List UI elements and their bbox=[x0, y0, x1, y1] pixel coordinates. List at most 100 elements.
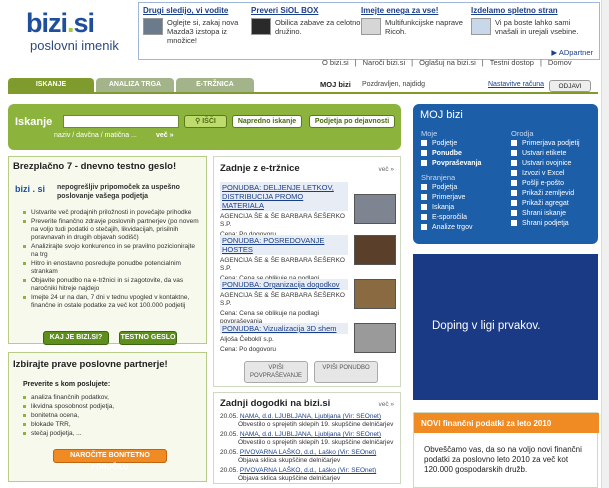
order-report-button[interactable]: NAROČITE BONITETNO POROČILO bbox=[53, 449, 167, 471]
ad-banner: Drugi sledijo, vi vodite Oglejte si, zak… bbox=[138, 2, 600, 60]
box-thumbnail-icon bbox=[251, 18, 271, 35]
envelope-icon bbox=[511, 160, 517, 166]
tab-analiza[interactable]: ANALIZA TRGA bbox=[96, 78, 174, 92]
menu-item[interactable]: Shrani podjetja bbox=[511, 219, 569, 229]
save-icon bbox=[511, 220, 517, 226]
menu-item-podjetje[interactable]: Podjetje bbox=[421, 139, 457, 149]
aggregate-icon bbox=[511, 200, 517, 206]
list-item: likvidna sposobnost podjetja, bbox=[23, 402, 114, 411]
promo-slogan: nepogrešljiv pripomoček za uspešno poslo… bbox=[57, 184, 180, 200]
menu-item[interactable]: E-sporočila bbox=[421, 213, 467, 223]
nav-naroci[interactable]: Naroči bizi.si bbox=[359, 58, 410, 69]
offer-image bbox=[354, 194, 396, 224]
search-button[interactable]: ⚲ IŠČI bbox=[184, 115, 227, 128]
company-icon bbox=[421, 184, 427, 190]
offer-image bbox=[354, 235, 396, 265]
market-title: Zadnje z e-tržnice bbox=[220, 163, 300, 174]
ad-provider[interactable]: ▶ ADpartner bbox=[551, 48, 593, 57]
demand-icon bbox=[421, 160, 427, 166]
partners-subtitle: Preverite s kom poslujete: bbox=[23, 381, 111, 388]
by-activity-button[interactable]: Podjetja po dejavnosti bbox=[309, 115, 395, 128]
list-item: Analizirajte svojo konkurenco in se prav… bbox=[23, 243, 203, 259]
offer-link[interactable]: PONUDBA: POSREDOVANJE HOSTES bbox=[220, 235, 348, 255]
fin-text: Obveščamo vas, da so na voljo novi finan… bbox=[424, 445, 582, 474]
ad-item[interactable]: Preveri SiOL BOX Obilica zabave za celot… bbox=[251, 6, 361, 36]
promo-title: Brezplačno 7 - dnevno testno geslo! bbox=[13, 161, 177, 172]
nav-oglasuj[interactable]: Oglašuj na bizi.si bbox=[415, 58, 480, 69]
menu-item-ponudbe[interactable]: Ponudbe bbox=[421, 149, 462, 159]
ad-item[interactable]: Imejte enega za vse! Multifunkcijske nap… bbox=[361, 6, 471, 36]
market-panel: Zadnje z e-tržnice več » PONUDBA: DELJEN… bbox=[213, 156, 401, 387]
list-item: 20.05. NAMA, d.d. LJUBLJANA, Ljubljana (… bbox=[220, 413, 394, 428]
compare-icon bbox=[421, 194, 427, 200]
offer-link[interactable]: PONUDBA: DELJENJE LETKOV, DISTRIBUCIJA P… bbox=[220, 182, 348, 211]
news-link[interactable]: PIVOVARNA LAŠKO, d.d., Laško (Vir: SEOne… bbox=[240, 449, 376, 456]
divider bbox=[8, 92, 598, 94]
menu-item[interactable]: Prikaži zemljevid bbox=[511, 189, 574, 199]
advanced-search-button[interactable]: Napredno iskanje bbox=[232, 115, 302, 128]
label-icon bbox=[511, 150, 517, 156]
enter-offer-button[interactable]: VPIŠI PONUDBO bbox=[314, 361, 378, 383]
offer-image bbox=[354, 323, 396, 353]
search-icon bbox=[421, 204, 427, 210]
menu-item[interactable]: Pošlji e-pošto bbox=[511, 179, 564, 189]
menu-item[interactable]: Prikaži agregat bbox=[511, 199, 569, 209]
enter-demand-button[interactable]: VPIŠI POVPRAŠEVANJE bbox=[244, 361, 308, 383]
partners-title: Izbirajte prave poslovne partnerje! bbox=[13, 359, 168, 370]
list-item: PONUDBA: DELJENJE LETKOV, DISTRIBUCIJA P… bbox=[220, 182, 398, 239]
menu-item[interactable]: Primerjava podjetij bbox=[511, 139, 580, 149]
menu-item[interactable]: Iskanja bbox=[421, 203, 454, 213]
scrollbar[interactable] bbox=[601, 0, 609, 488]
market-more-link[interactable]: več » bbox=[378, 166, 394, 173]
news-link[interactable]: PIVOVARNA LAŠKO, d.d., Laško (Vir: SEOne… bbox=[240, 467, 376, 474]
list-item: 20.05. NAMA, d.d. LJUBLJANA, Ljubljana (… bbox=[220, 431, 394, 446]
tab-etrznica[interactable]: E-TRŽNICA bbox=[176, 78, 254, 92]
main-tabs: ISKANJE PODJETIJ ANALIZA TRGA E-TRŽNICA bbox=[8, 78, 256, 102]
chart-icon bbox=[421, 224, 427, 230]
news-link[interactable]: NAMA, d.d. LJUBLJANA, Ljubljana (Vir: SE… bbox=[240, 413, 381, 420]
bizi-logo[interactable]: bizi.si bbox=[26, 8, 95, 39]
search-input[interactable] bbox=[63, 115, 179, 128]
promo-panel: Brezplačno 7 - dnevno testno geslo! bizi… bbox=[8, 156, 207, 345]
tagline: poslovni imenik bbox=[30, 38, 119, 53]
menu-item[interactable]: Primerjave bbox=[421, 193, 465, 203]
excel-icon bbox=[511, 170, 517, 176]
account-settings-link[interactable]: Nastavitve računa bbox=[488, 81, 544, 88]
what-is-bizi-button[interactable]: KAJ JE BIZI.SI? bbox=[43, 331, 109, 345]
nav-testni[interactable]: Testni dostop bbox=[486, 58, 538, 69]
menu-item[interactable]: Shrani iskanje bbox=[511, 209, 566, 219]
search-label: Iskanje bbox=[15, 116, 53, 128]
menu-item[interactable]: Podjetja bbox=[421, 183, 457, 193]
list-item: stečaj podjetja, ... bbox=[23, 429, 114, 438]
tab-iskanje[interactable]: ISKANJE PODJETIJ bbox=[8, 78, 94, 102]
menu-item[interactable]: Analize trgov bbox=[421, 223, 472, 233]
menu-item-povprasevanja[interactable]: Povpraševanja bbox=[421, 159, 481, 169]
search-more-link[interactable]: več » bbox=[156, 132, 174, 139]
mail-icon bbox=[421, 214, 427, 220]
list-item: Hitro in enostavno posredujte ponudbe po… bbox=[23, 260, 203, 276]
news-more-link[interactable]: več » bbox=[378, 401, 394, 408]
news-link[interactable]: NAMA, d.d. LJUBLJANA, Ljubljana (Vir: SE… bbox=[240, 431, 381, 438]
web-thumbnail-icon bbox=[471, 18, 491, 35]
logout-button[interactable]: ODJAVI bbox=[549, 80, 591, 92]
ad-item[interactable]: Drugi sledijo, vi vodite Oglejte si, zak… bbox=[143, 6, 253, 45]
partners-list: analiza finančnih podatkov, likvidna spo… bbox=[23, 393, 114, 438]
list-item: Ustvarite več prodajnih priložnosti in p… bbox=[23, 209, 203, 217]
greeting: Pozdravljen, najdidg bbox=[362, 81, 426, 88]
test-password-button[interactable]: TESTNO GESLO bbox=[119, 331, 177, 345]
company-icon bbox=[421, 140, 427, 146]
offer-link[interactable]: PONUDBA: Organizacija dogodkov bbox=[220, 279, 348, 290]
moj-bizi-title: MOJ bizi bbox=[420, 109, 463, 121]
menu-item[interactable]: Ustvari ovojnice bbox=[511, 159, 571, 169]
nav-domov[interactable]: Domov bbox=[544, 58, 576, 69]
nav-o-bizi[interactable]: O bizi.si bbox=[318, 58, 353, 69]
offer-link[interactable]: PONUDBA: Vizualizacija 3D shem bbox=[220, 323, 348, 334]
menu-item[interactable]: Izvozi v Excel bbox=[511, 169, 564, 179]
ad-item[interactable]: Izdelamo spletno stran Vi pa boste lahko… bbox=[471, 6, 597, 36]
moj-bizi-link[interactable]: MOJ bizi bbox=[320, 80, 351, 89]
list-item: 20.05. PIVOVARNA LAŠKO, d.d., Laško (Vir… bbox=[220, 467, 377, 482]
list-item: Preverite finančno zdravje poslovnih par… bbox=[23, 218, 203, 242]
menu-item[interactable]: Ustvari etikete bbox=[511, 149, 566, 159]
ad-banner-doping[interactable]: Doping v ligi prvakov. bbox=[413, 254, 598, 400]
mail-icon bbox=[511, 180, 517, 186]
